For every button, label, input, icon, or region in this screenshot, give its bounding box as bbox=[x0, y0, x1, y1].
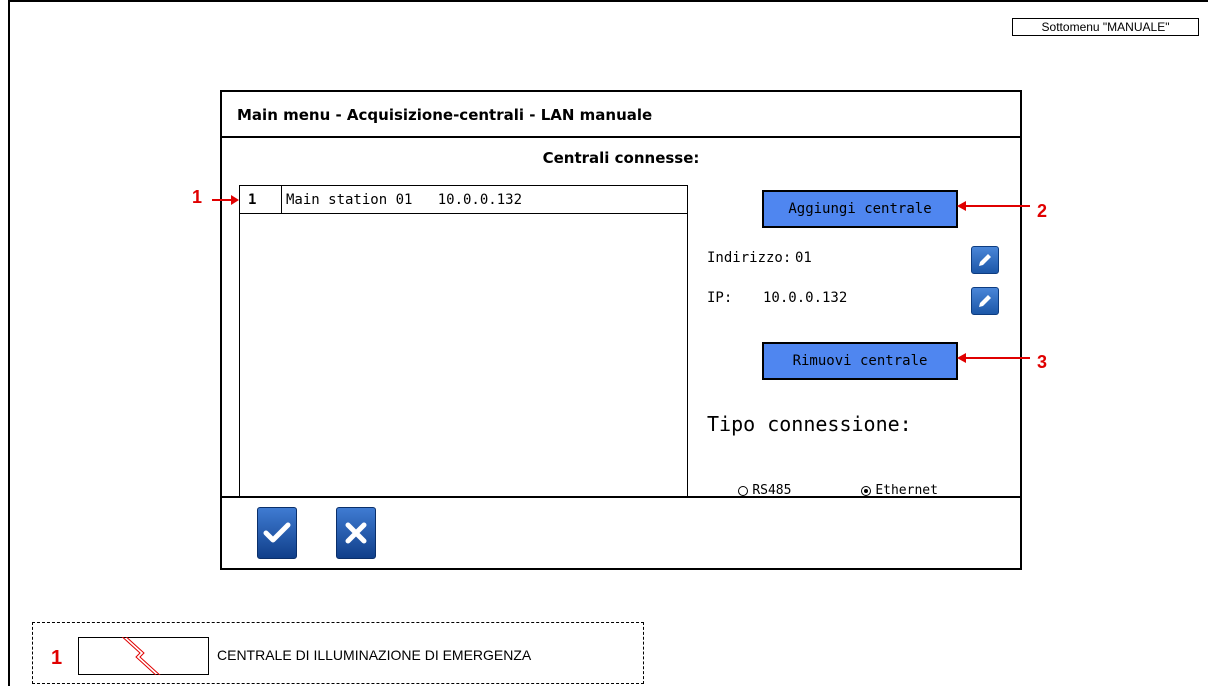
station-list[interactable]: 1 Main station 01 10.0.0.132 bbox=[239, 185, 688, 497]
pencil-icon bbox=[979, 254, 991, 266]
close-icon bbox=[345, 522, 367, 544]
row-number: 1 bbox=[240, 186, 282, 213]
radio-selected-icon bbox=[861, 485, 872, 496]
section-title: Centrali connesse: bbox=[542, 149, 700, 167]
callout-2-arrow-icon bbox=[957, 201, 1030, 211]
address-label: Indirizzo: bbox=[707, 250, 792, 266]
submenu-tag: Sottomenu "MANUALE" bbox=[1012, 18, 1199, 36]
connection-type-title: Tipo connessione: bbox=[707, 412, 912, 436]
edit-address-button[interactable] bbox=[971, 246, 999, 274]
row-text: Main station 01 10.0.0.132 bbox=[286, 192, 523, 208]
edit-ip-button[interactable] bbox=[971, 287, 999, 315]
legend-symbol-box bbox=[78, 637, 209, 675]
radio-rs485[interactable]: RS485 bbox=[707, 468, 791, 513]
radio-circle-icon bbox=[738, 485, 749, 496]
callout-3-label: 3 bbox=[1037, 352, 1048, 372]
callout-2-label: 2 bbox=[1037, 201, 1048, 221]
callout-3-arrow-icon bbox=[957, 353, 1030, 363]
callout-1-label: 1 bbox=[192, 187, 203, 207]
lightning-icon bbox=[121, 637, 161, 675]
footer-divider bbox=[222, 496, 1020, 498]
confirm-button[interactable] bbox=[257, 507, 297, 559]
list-item[interactable]: 1 Main station 01 10.0.0.132 bbox=[240, 186, 687, 214]
page-frame-left bbox=[8, 0, 10, 686]
legend-text: CENTRALE DI ILLUMINAZIONE DI EMERGENZA bbox=[217, 647, 532, 663]
pencil-icon bbox=[979, 295, 991, 307]
cancel-button[interactable] bbox=[336, 507, 376, 559]
add-station-button[interactable]: Aggiungi centrale bbox=[762, 190, 958, 228]
legend-box: 1 CENTRALE DI ILLUMINAZIONE DI EMERGENZA bbox=[32, 622, 644, 684]
ip-label: IP: bbox=[707, 290, 733, 306]
ip-value: 10.0.0.132 bbox=[763, 290, 848, 306]
legend-number: 1 bbox=[51, 647, 63, 669]
callout-1-arrow-icon bbox=[212, 195, 239, 205]
page-frame-top bbox=[8, 0, 1208, 2]
app-window: Main menu - Acquisizione-centrali - LAN … bbox=[220, 90, 1022, 570]
window-title: Main menu - Acquisizione-centrali - LAN … bbox=[222, 92, 1020, 138]
address-value: 01 bbox=[795, 250, 812, 266]
checkmark-icon bbox=[263, 522, 291, 543]
radio-ethernet[interactable]: Ethernet bbox=[830, 468, 938, 513]
remove-station-button[interactable]: Rimuovi centrale bbox=[762, 342, 958, 380]
